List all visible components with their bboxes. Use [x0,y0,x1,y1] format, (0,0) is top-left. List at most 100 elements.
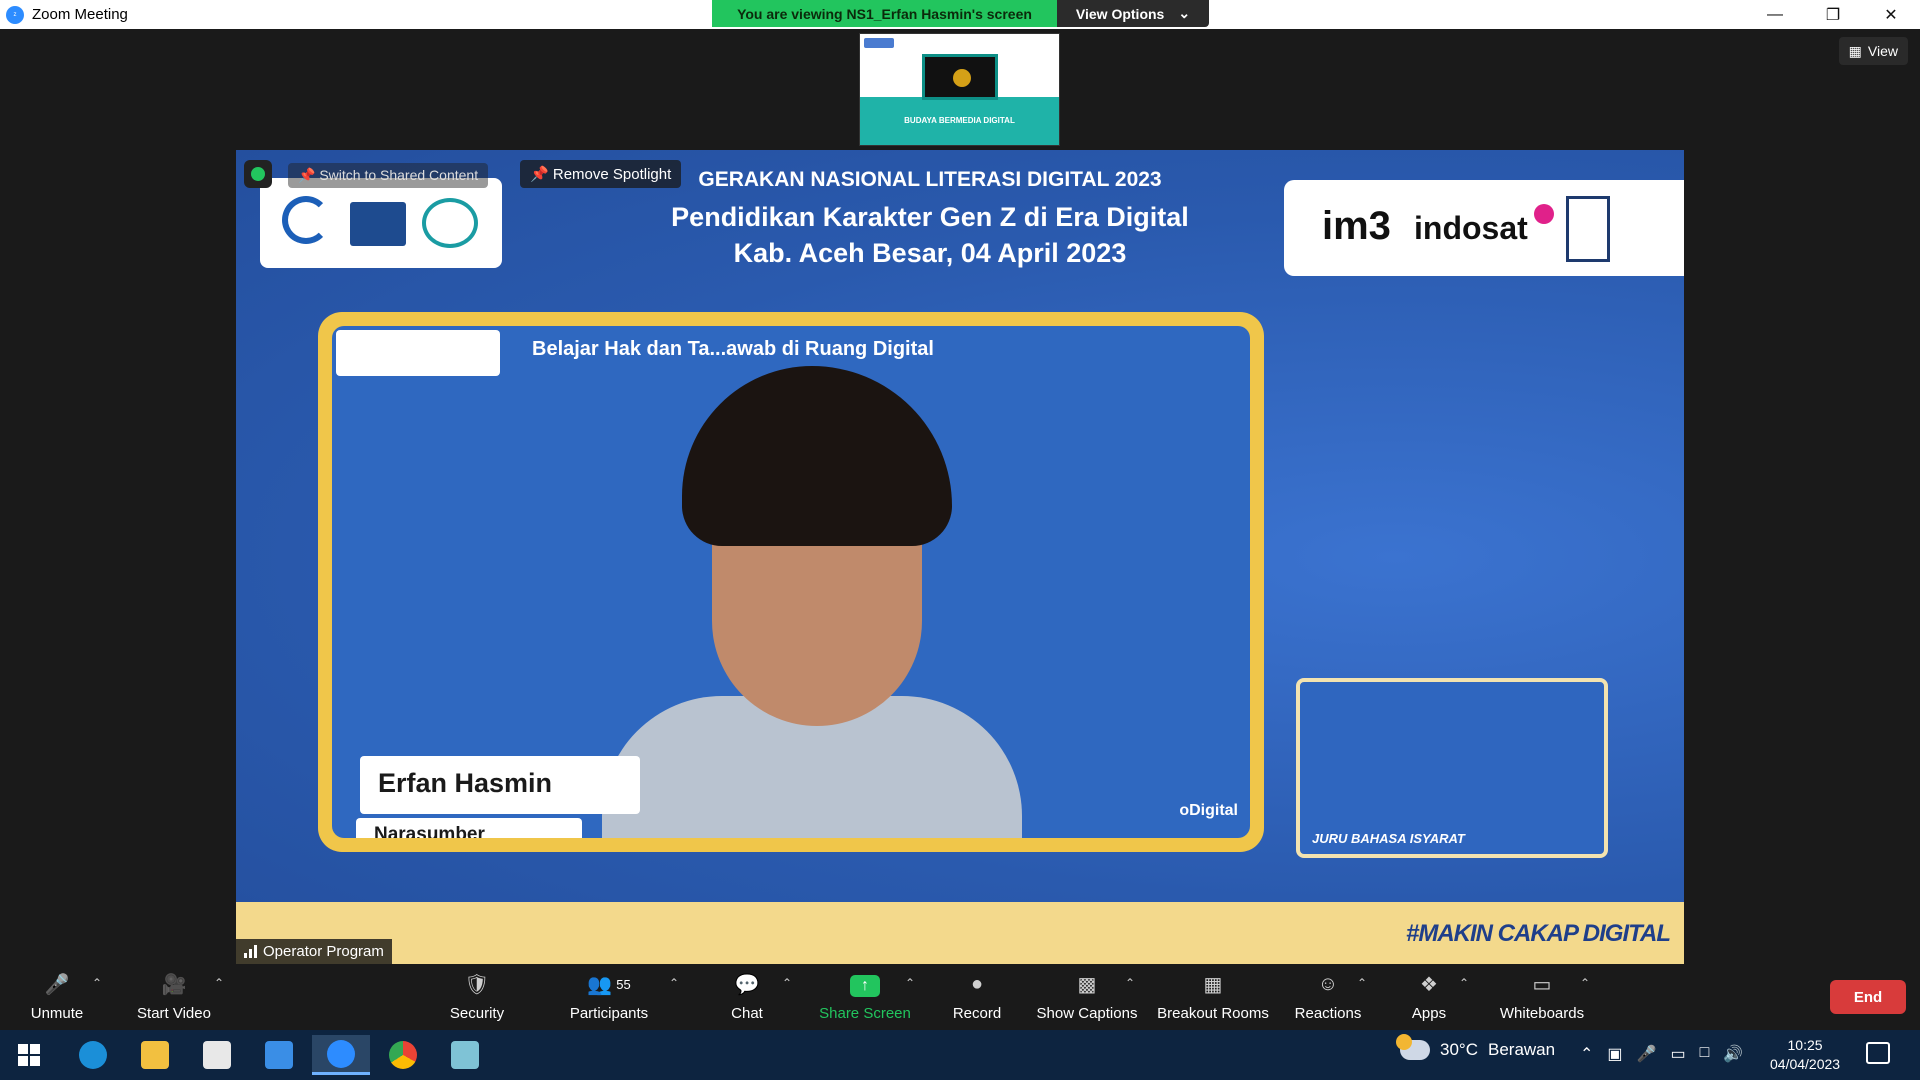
chevron-down-icon: ⌄ [1178,5,1191,21]
whiteboards-button[interactable]: ▭ Whiteboards [1492,964,1592,1030]
sign-interpreter-label: JURU BAHASA ISYARAT [1312,831,1465,846]
view-button[interactable]: ▦ View [1838,37,1908,65]
apps-button[interactable]: ❖ Apps [1400,964,1458,1030]
thumbnail-laptop-icon [922,54,998,100]
start-button[interactable] [0,1035,58,1075]
weather-description: Berawan [1487,1040,1556,1059]
presenter-person [602,366,1022,838]
share-screen-label: Share Screen [819,1005,911,1022]
participants-count: 55 [616,976,631,992]
view-button-label: View [1867,43,1898,59]
breakout-rooms-icon: ▦ [1203,973,1223,996]
mail-icon[interactable] [250,1035,308,1075]
remove-spotlight-label: Remove Spotlight [552,166,672,183]
thumbnail-logo [864,38,894,48]
signal-strength-icon [244,945,257,958]
reactions-caret[interactable]: ⌃ [1357,976,1367,990]
remove-spotlight-button[interactable]: 📌 Remove Spotlight [520,160,682,188]
speaker-video[interactable]: GERAKAN NASIONAL LITERASI DIGITAL 2023 P… [236,150,1684,964]
security-label: Security [449,1005,505,1022]
apps-caret[interactable]: ⌃ [1459,976,1469,990]
chat-button[interactable]: 💬 Chat [720,964,774,1030]
view-options-button[interactable]: View Options ⌄ [1057,0,1209,27]
hashtag-text: #MAKIN CAKAP DIGITAL [1406,920,1671,947]
audio-options-caret[interactable]: ⌃ [92,976,102,990]
battery-icon[interactable]: ▭ [1670,1044,1685,1064]
thumbnail-title: BUDAYA BERMEDIA DIGITAL [904,116,1015,125]
unmute-button[interactable]: 🎤 Unmute [20,964,94,1030]
pin-icon: 📌 [298,167,316,183]
captions-caret[interactable]: ⌃ [1125,976,1135,990]
start-video-button[interactable]: 🎥 Start Video [126,964,222,1030]
window-title: Zoom Meeting [32,6,128,23]
clock-date: 04/04/2023 [1770,1056,1841,1072]
chevron-up-icon[interactable]: ⌃ [1580,1044,1593,1064]
record-button[interactable]: ● Record [946,964,1008,1030]
view-options-label: View Options [1075,5,1165,22]
video-options-caret[interactable]: ⌃ [214,976,224,990]
encryption-shield-icon[interactable] [244,160,272,188]
notes-app-icon[interactable] [436,1035,494,1075]
restore-icon[interactable]: ❐ [1804,0,1862,29]
sponsor-logo-card: im3 indosat [1284,180,1684,276]
apps-label: Apps [1411,1005,1447,1022]
file-explorer-icon[interactable] [126,1035,184,1075]
kahf-logo [1566,196,1610,262]
system-tray: ⌃ ▣ 🎤 ▭ □ 🔊 [1580,1044,1743,1064]
network-icon[interactable]: □ [1700,1044,1710,1064]
zoom-taskbar-icon[interactable] [312,1035,370,1075]
show-captions-button[interactable]: ▩ Show Captions [1032,964,1142,1030]
grid-icon: ▦ [1848,42,1862,59]
chat-caret[interactable]: ⌃ [782,976,792,990]
participants-caret[interactable]: ⌃ [669,976,679,990]
record-icon: ● [970,972,984,995]
chat-label: Chat [731,1005,763,1022]
record-label: Record [952,1005,1002,1022]
window-controls: — ❐ ✕ [1746,0,1920,29]
video-off-icon: 🎥 [161,973,187,996]
microsoft-store-icon[interactable] [188,1035,246,1075]
reactions-button[interactable]: ☺ Reactions [1290,964,1366,1030]
windows-logo-icon [18,1044,40,1066]
end-meeting-button[interactable]: End [1830,980,1906,1014]
weather-widget[interactable]: 30°C Berawan [1396,1034,1556,1060]
show-captions-label: Show Captions [1036,1005,1138,1022]
meeting-area: BUDAYA BERMEDIA DIGITAL ▦ View GERAKAN N… [0,29,1920,964]
notification-center-icon[interactable] [1866,1042,1890,1064]
edge-browser-icon[interactable] [64,1035,122,1075]
breakout-rooms-button[interactable]: ▦ Breakout Rooms [1152,964,1274,1030]
switch-label: Switch to Shared Content [319,167,479,183]
volume-icon[interactable]: 🔊 [1723,1044,1743,1064]
participants-icon: 👥 55 [587,973,631,996]
security-button[interactable]: 🛡 Security [440,964,514,1030]
chrome-icon[interactable] [374,1035,432,1075]
shared-screen-thumbnail[interactable]: BUDAYA BERMEDIA DIGITAL [859,33,1060,146]
zoom-app-icon: z [6,5,24,24]
camera-icon[interactable]: ▣ [1607,1044,1622,1064]
switch-to-shared-content-button[interactable]: 📌 Switch to Shared Content [288,163,489,188]
presenter-inner: Belajar Hak dan Ta...awab di Ruang Digit… [332,326,1250,838]
viewing-screen-banner: You are viewing NS1_Erfan Hasmin's scree… [712,0,1057,27]
share-screen-caret[interactable]: ⌃ [905,976,915,990]
participant-name-tag: Operator Program [236,939,392,964]
share-screen-button[interactable]: ↑ Share Screen [815,964,915,1030]
windows-taskbar: 30°C Berawan ⌃ ▣ 🎤 ▭ □ 🔊 10:25 04/04/202… [0,1030,1920,1080]
presenter-role-card: Narasumber [356,818,582,838]
taskbar-clock[interactable]: 10:25 04/04/2023 [1770,1036,1840,1074]
minimize-icon[interactable]: — [1746,0,1804,29]
presenter-frame: Belajar Hak dan Ta...awab di Ruang Digit… [318,312,1264,852]
share-arrow-icon: ↑ [850,975,880,997]
closed-captions-icon: ▩ [1077,973,1097,996]
microphone-icon[interactable]: 🎤 [1637,1044,1657,1064]
indosat-logo: indosat [1414,210,1528,246]
close-icon[interactable]: ✕ [1862,0,1920,29]
start-video-label: Start Video [137,1005,211,1022]
whiteboards-label: Whiteboards [1499,1005,1585,1022]
sign-interpreter-box: JURU BAHASA ISYARAT [1296,678,1608,858]
indosat-dot [1534,204,1554,224]
unmute-label: Unmute [30,1005,84,1022]
participants-button[interactable]: 👥 55 Participants [560,964,658,1030]
whiteboards-caret[interactable]: ⌃ [1580,976,1590,990]
chat-bubble-icon: 💬 [734,973,760,996]
meeting-toolbar: 🎤 Unmute ⌃ 🎥 Start Video ⌃ 🛡 Security 👥 5… [0,964,1920,1030]
